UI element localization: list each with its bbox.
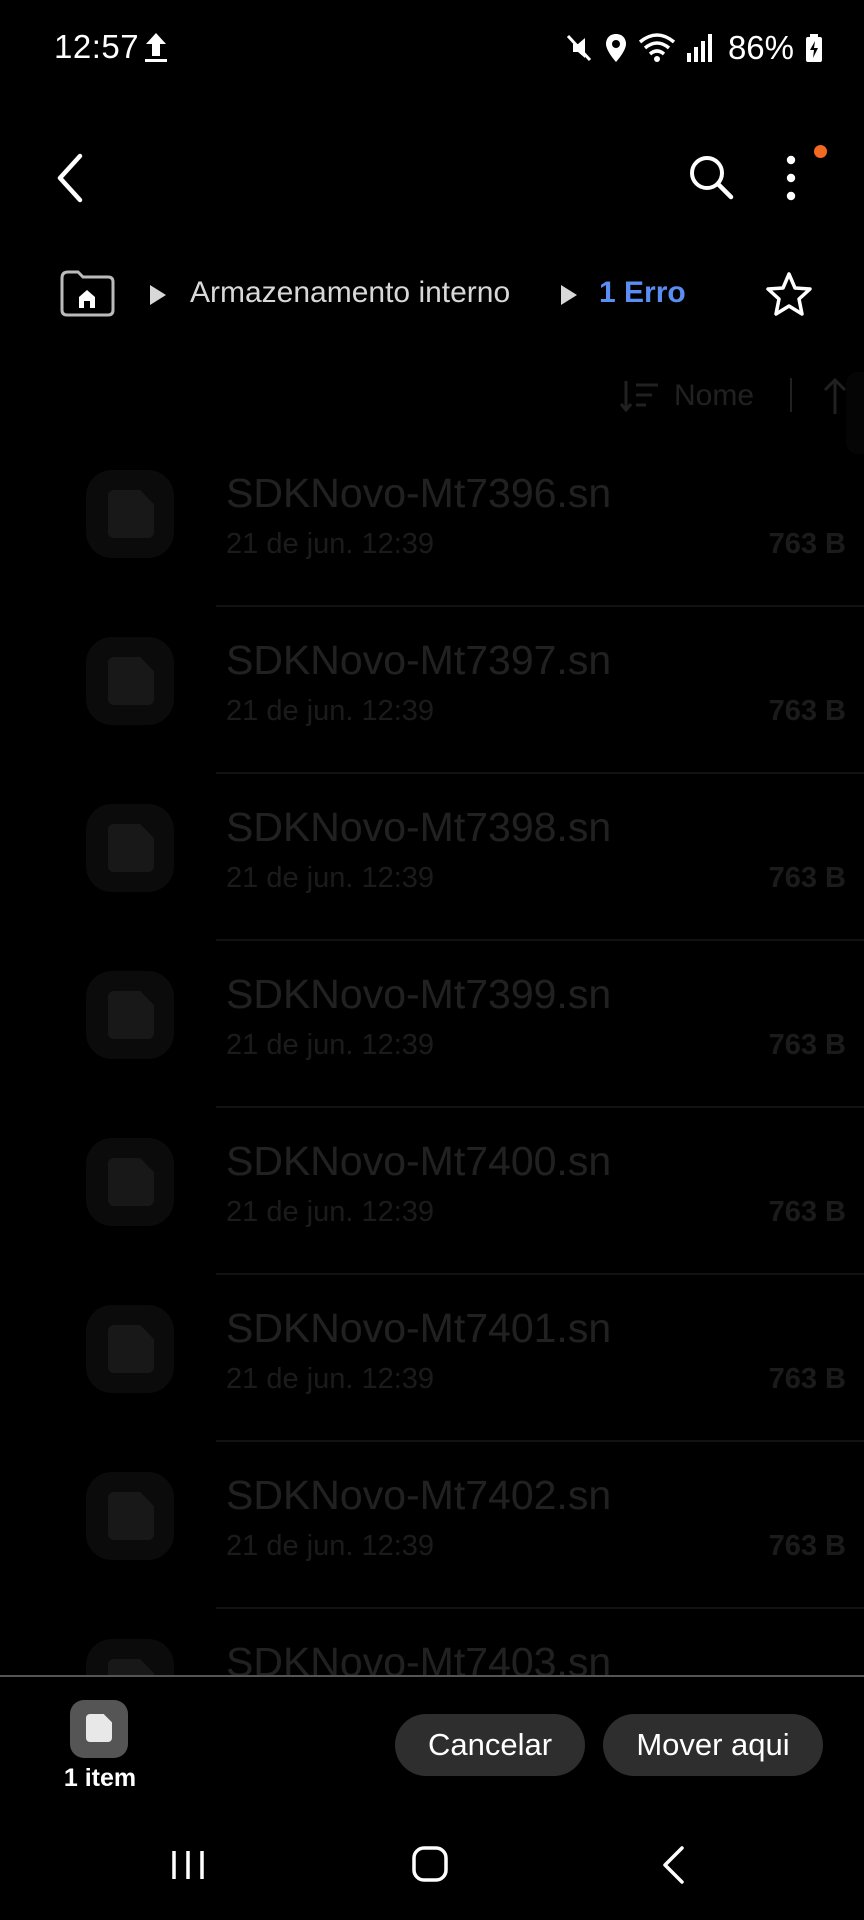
file-icon (86, 1639, 174, 1676)
file-list: SDKNovo-Mt7396.sn 21 de jun. 12:39 763 B… (0, 440, 864, 1676)
file-icon (86, 804, 174, 892)
file-date: 21 de jun. 12:39 (226, 1530, 435, 1562)
signal-icon (686, 34, 712, 62)
file-date: 21 de jun. 12:39 (226, 695, 435, 727)
list-item[interactable]: SDKNovo-Mt7401.sn 21 de jun. 12:39 763 B (0, 1275, 864, 1442)
file-icon (86, 1305, 174, 1393)
status-bar: 12:57 86% (0, 0, 864, 96)
sort-divider (790, 378, 792, 412)
list-item[interactable]: SDKNovo-Mt7400.sn 21 de jun. 12:39 763 B (0, 1108, 864, 1275)
location-icon (605, 34, 626, 62)
file-name: SDKNovo-Mt7398.sn (226, 804, 612, 850)
list-item[interactable]: SDKNovo-Mt7399.sn 21 de jun. 12:39 763 B (0, 941, 864, 1108)
file-name: SDKNovo-Mt7399.sn (226, 971, 612, 1017)
file-name: SDKNovo-Mt7402.sn (226, 1472, 612, 1518)
notification-dot (814, 145, 827, 158)
more-vert-icon[interactable] (776, 152, 806, 204)
file-size: 763 B (768, 1029, 846, 1061)
list-item[interactable]: SDKNovo-Mt7396.sn 21 de jun. 12:39 763 B (0, 440, 864, 607)
battery-charging-icon (806, 34, 822, 62)
star-icon[interactable] (764, 270, 814, 320)
wifi-icon (638, 33, 676, 62)
list-item[interactable]: SDKNovo-Mt7403.sn (0, 1609, 864, 1676)
recent-apps-icon[interactable] (168, 1847, 208, 1883)
breadcrumb-internal-storage[interactable]: Armazenamento interno (190, 276, 510, 310)
file-name: SDKNovo-Mt7401.sn (226, 1305, 612, 1351)
file-icon (86, 1472, 174, 1560)
back-icon[interactable] (48, 150, 96, 206)
file-size: 763 B (768, 528, 846, 560)
file-date: 21 de jun. 12:39 (226, 1363, 435, 1395)
file-date: 21 de jun. 12:39 (226, 1029, 435, 1061)
file-size: 763 B (768, 1196, 846, 1228)
selected-file-icon (70, 1700, 128, 1758)
home-folder-icon[interactable] (58, 268, 116, 318)
breadcrumb-arrow-icon (150, 285, 166, 305)
nav-back-icon[interactable] (660, 1845, 686, 1885)
file-date: 21 de jun. 12:39 (226, 862, 435, 894)
home-icon[interactable] (411, 1844, 449, 1884)
selection-count: 1 item (63, 1764, 137, 1792)
breadcrumb-current-folder[interactable]: 1 Erro (599, 276, 686, 310)
file-name: SDKNovo-Mt7397.sn (226, 637, 612, 683)
file-name: SDKNovo-Mt7400.sn (226, 1138, 612, 1184)
file-size: 763 B (768, 862, 846, 894)
file-icon (86, 637, 174, 725)
list-item[interactable]: SDKNovo-Mt7402.sn 21 de jun. 12:39 763 B (0, 1442, 864, 1609)
file-icon (86, 470, 174, 558)
list-item[interactable]: SDKNovo-Mt7397.sn 21 de jun. 12:39 763 B (0, 607, 864, 774)
battery-percent: 86% (727, 29, 794, 66)
mute-icon (566, 34, 592, 62)
file-size: 763 B (768, 695, 846, 727)
sort-label: Nome (674, 379, 755, 412)
file-date: 21 de jun. 12:39 (226, 528, 435, 560)
file-name: SDKNovo-Mt7396.sn (226, 470, 612, 516)
upload-icon (145, 33, 167, 62)
move-here-button[interactable]: Mover aqui (603, 1714, 823, 1776)
status-time: 12:57 (54, 28, 140, 65)
scroll-handle[interactable] (846, 372, 864, 454)
breadcrumb-arrow-icon (561, 285, 577, 305)
cancel-button[interactable]: Cancelar (395, 1714, 585, 1776)
sort-icon (620, 381, 658, 413)
file-icon (86, 971, 174, 1059)
sort-control[interactable]: Nome (620, 374, 754, 418)
status-icons: 86% (564, 28, 824, 68)
file-size: 763 B (768, 1363, 846, 1395)
file-date: 21 de jun. 12:39 (226, 1196, 435, 1228)
list-item[interactable]: SDKNovo-Mt7398.sn 21 de jun. 12:39 763 B (0, 774, 864, 941)
search-icon[interactable] (686, 152, 736, 202)
file-size: 763 B (768, 1530, 846, 1562)
file-name: SDKNovo-Mt7403.sn (226, 1639, 612, 1676)
file-icon (86, 1138, 174, 1226)
